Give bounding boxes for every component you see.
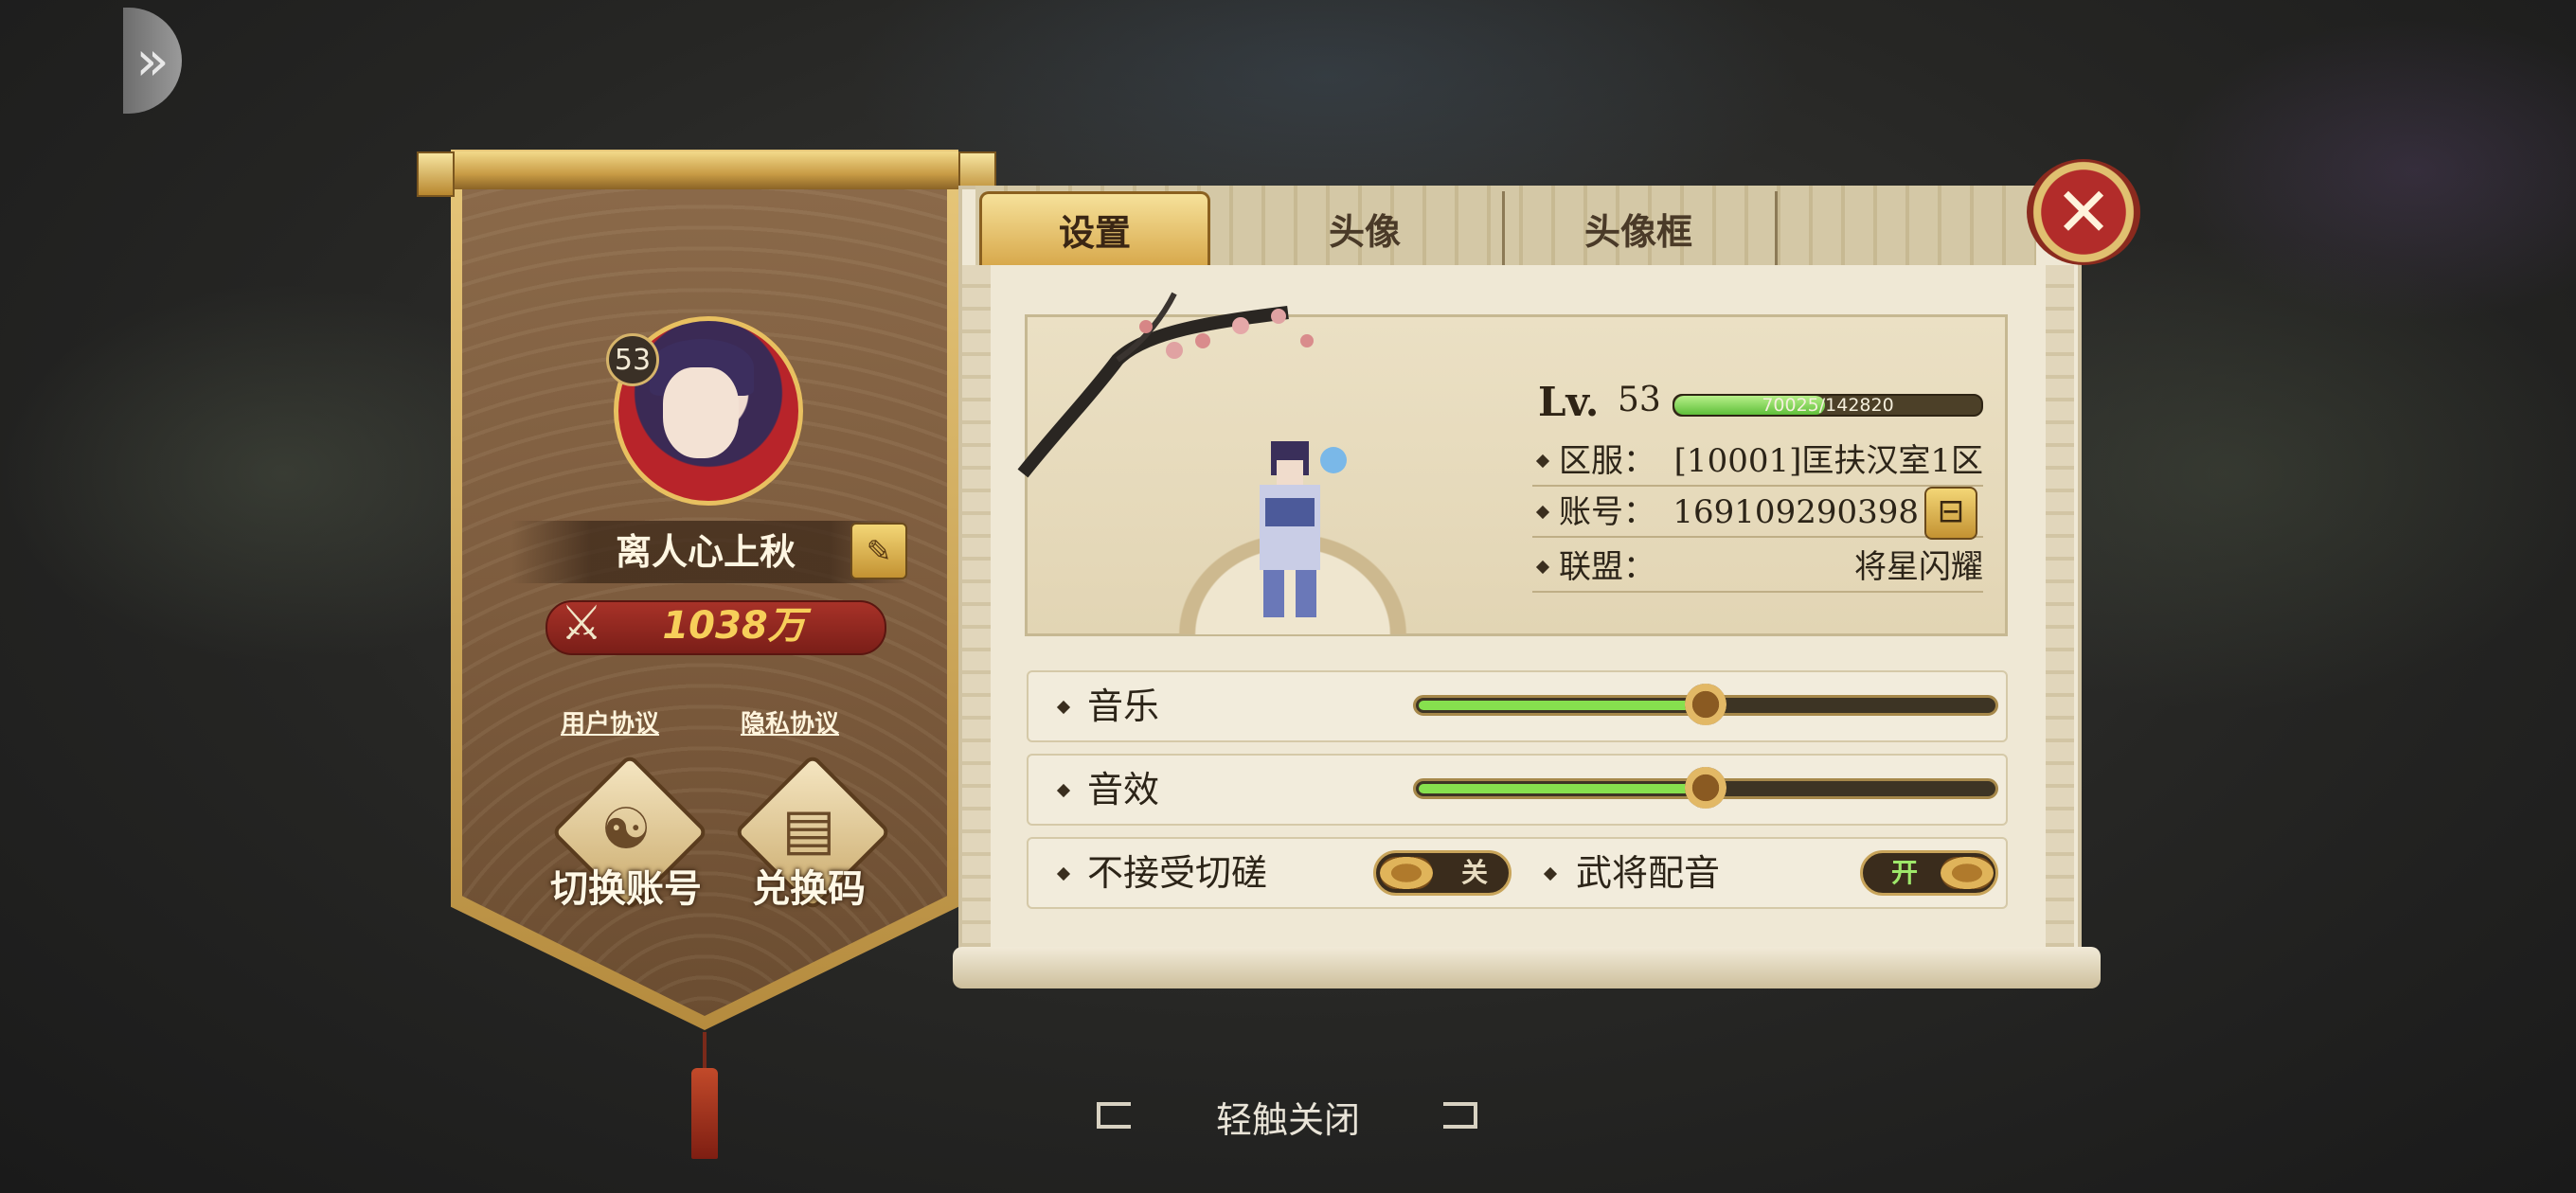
sfx-label: 音效 bbox=[1087, 769, 1160, 810]
edit-name-button[interactable]: ✎ bbox=[850, 523, 907, 579]
close-icon: ✕ bbox=[2054, 172, 2113, 252]
panel-border-left bbox=[962, 265, 991, 947]
redeem-code-button[interactable]: 兑换码 bbox=[714, 858, 903, 913]
close-button[interactable]: ✕ bbox=[2027, 159, 2140, 265]
exp-text: 70025/142820 bbox=[1762, 395, 1894, 416]
alliance-value: 将星闪耀 bbox=[1854, 548, 1983, 586]
copy-icon: ⊟ bbox=[1937, 492, 1965, 530]
player-name: 离人心上秋 bbox=[615, 530, 796, 573]
music-slider-handle[interactable] bbox=[1685, 684, 1726, 725]
tassel-string bbox=[703, 1032, 707, 1070]
level-label: Lv. bbox=[1538, 379, 1600, 425]
server-row: 区服： [10001]匡扶汉室1区 bbox=[1532, 437, 1983, 487]
music-slider-fill bbox=[1419, 701, 1708, 710]
panel-border-right bbox=[2046, 265, 2074, 947]
alliance-label: 联盟： bbox=[1559, 548, 1655, 586]
voice-state: 开 bbox=[1891, 857, 1919, 888]
no-duel-state: 关 bbox=[1461, 857, 1489, 888]
account-row: 账号： 169109290398 bbox=[1532, 489, 1983, 538]
tab-avatar[interactable]: 头像 bbox=[1227, 191, 1505, 265]
player-avatar[interactable]: 53 bbox=[602, 301, 811, 509]
avatar-face bbox=[663, 367, 739, 458]
sfx-slider-fill bbox=[1419, 784, 1708, 793]
tab-settings[interactable]: 设置 bbox=[979, 191, 1210, 265]
server-value: [10001]匡扶汉室1区 bbox=[1673, 442, 1983, 480]
corner-ornament-left bbox=[1097, 1102, 1131, 1129]
copy-account-button[interactable]: ⊟ bbox=[1924, 487, 1977, 540]
privacy-policy-link[interactable]: 隐私协议 bbox=[741, 704, 839, 739]
corner-ornament-right bbox=[1443, 1102, 1477, 1129]
user-agreement-link[interactable]: 用户协议 bbox=[561, 704, 659, 739]
voice-label: 武将配音 bbox=[1576, 852, 1721, 894]
tassel bbox=[691, 1068, 718, 1159]
account-value: 169109290398 bbox=[1673, 493, 1919, 531]
no-duel-toggle[interactable]: 关 bbox=[1373, 850, 1512, 896]
brush-icon: ✎ bbox=[866, 533, 892, 569]
scroll-bottom-roll bbox=[953, 947, 2101, 988]
tab-avatar-frame[interactable]: 头像框 bbox=[1502, 191, 1778, 265]
chevron-right-icon: » bbox=[135, 28, 170, 93]
alliance-row: 联盟： 将星闪耀 bbox=[1532, 543, 1983, 593]
server-label: 区服： bbox=[1559, 442, 1655, 480]
switch-account-button[interactable]: 切换账号 bbox=[531, 858, 721, 913]
music-label: 音乐 bbox=[1087, 686, 1160, 727]
account-label: 账号： bbox=[1559, 493, 1655, 531]
sfx-slider-handle[interactable] bbox=[1685, 767, 1726, 809]
crossed-swords-icon: ⚔ bbox=[560, 596, 603, 650]
tap-to-close[interactable]: 轻触关闭 bbox=[1174, 1091, 1402, 1143]
toggle-knob bbox=[1380, 857, 1433, 889]
exp-bar: 70025/142820 bbox=[1673, 394, 1983, 417]
character-sprite bbox=[1260, 441, 1347, 617]
no-duel-label: 不接受切磋 bbox=[1087, 852, 1268, 894]
voice-toggle[interactable]: 开 bbox=[1860, 850, 1998, 896]
banner-rod bbox=[420, 151, 989, 189]
combat-power-value: 1038万 bbox=[662, 604, 806, 648]
level-value: 53 bbox=[1618, 381, 1661, 419]
avatar-level-badge: 53 bbox=[606, 333, 659, 386]
toggle-knob bbox=[1941, 857, 1994, 889]
rod-cap-left bbox=[417, 151, 455, 197]
